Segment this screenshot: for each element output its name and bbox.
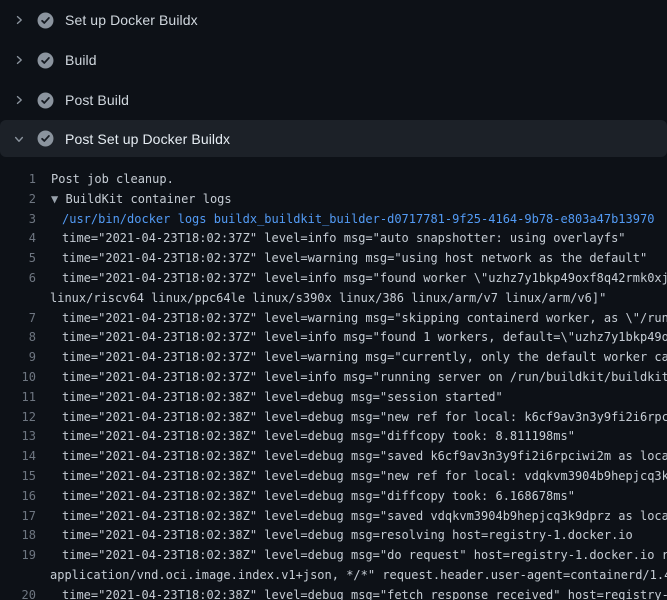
step-label: Post Set up Docker Buildx [65, 131, 230, 147]
log-line: 3/usr/bin/docker logs buildx_buildkit_bu… [0, 210, 667, 230]
log-line-number[interactable]: 18 [0, 526, 36, 546]
log-line-number[interactable]: 9 [0, 348, 36, 368]
step-label: Post Build [65, 92, 129, 108]
log-line: 11 time="2021-04-23T18:02:38Z" level=debu… [0, 388, 667, 408]
log-line-number[interactable]: 16 [0, 487, 36, 507]
log-line-number[interactable]: 4 [0, 229, 36, 249]
log-line-text: time="2021-04-23T18:02:37Z" level=warnin… [62, 249, 647, 269]
step-row-build[interactable]: Build [0, 40, 667, 80]
log-line: 5 time="2021-04-23T18:02:37Z" level=warni… [0, 249, 667, 269]
log-line-text: time="2021-04-23T18:02:38Z" level=debug … [62, 427, 575, 447]
log-line-number [0, 289, 36, 309]
log-line-number [0, 566, 36, 586]
log-line-number[interactable]: 20 [0, 586, 36, 600]
log-line-number[interactable]: 14 [0, 447, 36, 467]
log-line-text: time="2021-04-23T18:02:38Z" level=debug … [62, 526, 633, 546]
steps-list: Set up Docker Buildx Build Post Build Post … [0, 0, 667, 157]
log-line-number[interactable]: 13 [0, 427, 36, 447]
log-line-number[interactable]: 19 [0, 546, 36, 566]
log-line: 1 Post job cleanup. [0, 170, 667, 190]
log-line: 12 time="2021-04-23T18:02:38Z" level=debu… [0, 408, 667, 428]
log-line: 7 time="2021-04-23T18:02:37Z" level=warni… [0, 309, 667, 329]
check-circle-icon [37, 92, 54, 109]
chevron-right-icon [13, 14, 25, 26]
log-line-text: time="2021-04-23T18:02:37Z" level=warnin… [62, 309, 667, 329]
log-line: 20 time="2021-04-23T18:02:38Z" level=debu… [0, 586, 667, 600]
log-command-text: /usr/bin/docker logs buildx_buildkit_bui… [62, 210, 654, 230]
log-line: 2 ▼ BuildKit container logs [0, 190, 667, 210]
log-line-text: time="2021-04-23T18:02:38Z" level=debug … [62, 408, 667, 428]
step-row-set-up-docker-buildx[interactable]: Set up Docker Buildx [0, 0, 667, 40]
log-line: 16 time="2021-04-23T18:02:38Z" level=debu… [0, 487, 667, 507]
log-line-text: time="2021-04-23T18:02:37Z" level=info m… [62, 269, 667, 289]
log-line: 15 time="2021-04-23T18:02:38Z" level=debu… [0, 467, 667, 487]
step-label: Set up Docker Buildx [65, 12, 198, 28]
chevron-right-icon [13, 94, 25, 106]
log-line-number[interactable]: 11 [0, 388, 36, 408]
log-line-text: time="2021-04-23T18:02:38Z" level=debug … [62, 388, 503, 408]
log-line-text: time="2021-04-23T18:02:38Z" level=debug … [62, 586, 667, 600]
check-circle-icon [37, 130, 54, 147]
log-line: 14 time="2021-04-23T18:02:38Z" level=debu… [0, 447, 667, 467]
log-line-text: time="2021-04-23T18:02:37Z" level=warnin… [62, 348, 667, 368]
log-line-text: Post job cleanup. [51, 170, 174, 190]
log-line: 9 time="2021-04-23T18:02:37Z" level=warni… [0, 348, 667, 368]
collapse-triangle-icon[interactable]: ▼ [51, 192, 58, 206]
log-line-text: time="2021-04-23T18:02:38Z" level=debug … [62, 507, 667, 527]
log-line-number[interactable]: 17 [0, 507, 36, 527]
log-line-text: time="2021-04-23T18:02:37Z" level=info m… [62, 328, 667, 348]
log-area: 1 Post job cleanup. 2 ▼ BuildKit container … [0, 157, 667, 600]
log-line: 6 time="2021-04-23T18:02:37Z" level=info … [0, 269, 667, 289]
log-line-number[interactable]: 12 [0, 408, 36, 428]
log-line: 4 time="2021-04-23T18:02:37Z" level=info … [0, 229, 667, 249]
log-line-text: time="2021-04-23T18:02:38Z" level=debug … [62, 487, 575, 507]
log-line: 10 time="2021-04-23T18:02:37Z" level=info… [0, 368, 667, 388]
chevron-down-icon [13, 133, 25, 145]
log-line-text: time="2021-04-23T18:02:38Z" level=debug … [62, 546, 667, 566]
step-row-post-build[interactable]: Post Build [0, 80, 667, 120]
log-line: 13 time="2021-04-23T18:02:38Z" level=debu… [0, 427, 667, 447]
check-circle-icon [37, 52, 54, 69]
log-line-text: time="2021-04-23T18:02:38Z" level=debug … [62, 447, 667, 467]
log-line-number[interactable]: 15 [0, 467, 36, 487]
log-line-text: application/vnd.oci.image.index.v1+json,… [50, 566, 667, 586]
log-line-text: time="2021-04-23T18:02:37Z" level=info m… [62, 229, 626, 249]
log-line-number[interactable]: 1 [0, 170, 36, 190]
log-line: 8 time="2021-04-23T18:02:37Z" level=info … [0, 328, 667, 348]
step-row-post-set-up-docker-buildx[interactable]: Post Set up Docker Buildx [0, 120, 667, 157]
step-label: Build [65, 52, 97, 68]
log-line-number[interactable]: 3 [0, 210, 36, 230]
log-line-number[interactable]: 10 [0, 368, 36, 388]
log-line-number[interactable]: 2 [0, 190, 36, 210]
log-line-text: time="2021-04-23T18:02:38Z" level=debug … [62, 467, 667, 487]
log-line-number[interactable]: 7 [0, 309, 36, 329]
log-line: application/vnd.oci.image.index.v1+json,… [0, 566, 667, 586]
log-line-text: linux/riscv64 linux/ppc64le linux/s390x … [50, 289, 606, 309]
log-line: 17 time="2021-04-23T18:02:38Z" level=debu… [0, 507, 667, 527]
log-line-text: time="2021-04-23T18:02:37Z" level=info m… [62, 368, 667, 388]
check-circle-icon [37, 12, 54, 29]
log-group-title: BuildKit container logs [65, 192, 231, 206]
log-line-number[interactable]: 6 [0, 269, 36, 289]
log-line: linux/riscv64 linux/ppc64le linux/s390x … [0, 289, 667, 309]
log-line-number[interactable]: 5 [0, 249, 36, 269]
log-line: 18 time="2021-04-23T18:02:38Z" level=debu… [0, 526, 667, 546]
log-line-number[interactable]: 8 [0, 328, 36, 348]
log-line: 19 time="2021-04-23T18:02:38Z" level=debu… [0, 546, 667, 566]
chevron-right-icon [13, 54, 25, 66]
